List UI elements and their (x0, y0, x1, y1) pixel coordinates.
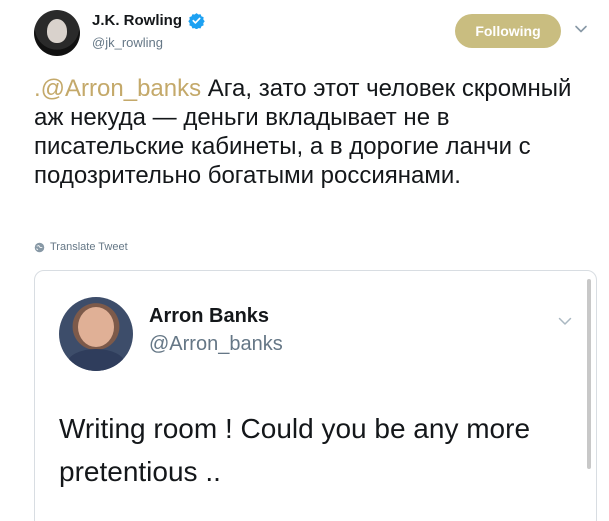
quoted-display-name[interactable]: Arron Banks (149, 305, 269, 328)
scrollbar[interactable] (587, 279, 591, 469)
quoted-handle[interactable]: @Arron_banks (149, 333, 283, 356)
chevron-down-icon[interactable] (574, 22, 588, 36)
author-display-name[interactable]: J.K. Rowling (92, 12, 182, 29)
author-name-row: J.K. Rowling (92, 12, 205, 29)
following-button[interactable]: Following (455, 14, 561, 48)
author-handle[interactable]: @jk_rowling (92, 35, 163, 50)
translate-tweet-label: Translate Tweet (50, 241, 128, 253)
globe-icon (34, 242, 45, 252)
avatar[interactable] (34, 10, 80, 56)
tweet-header: J.K. Rowling @jk_rowling Following (34, 8, 594, 58)
quoted-tweet-text: Writing room ! Could you be any more pre… (59, 413, 531, 487)
tweet-text: .@Arron_banks Ага, зато этот человек скр… (34, 74, 594, 190)
quoted-chevron-down-icon[interactable] (557, 313, 573, 329)
quoted-tweet-card[interactable]: Arron Banks @Arron_banks Writing room ! … (34, 270, 597, 521)
quoted-avatar[interactable] (59, 297, 133, 371)
verified-badge-icon (188, 13, 205, 29)
translate-tweet-link[interactable]: Translate Tweet (34, 241, 128, 253)
mention-link[interactable]: .@Arron_banks (34, 75, 201, 102)
